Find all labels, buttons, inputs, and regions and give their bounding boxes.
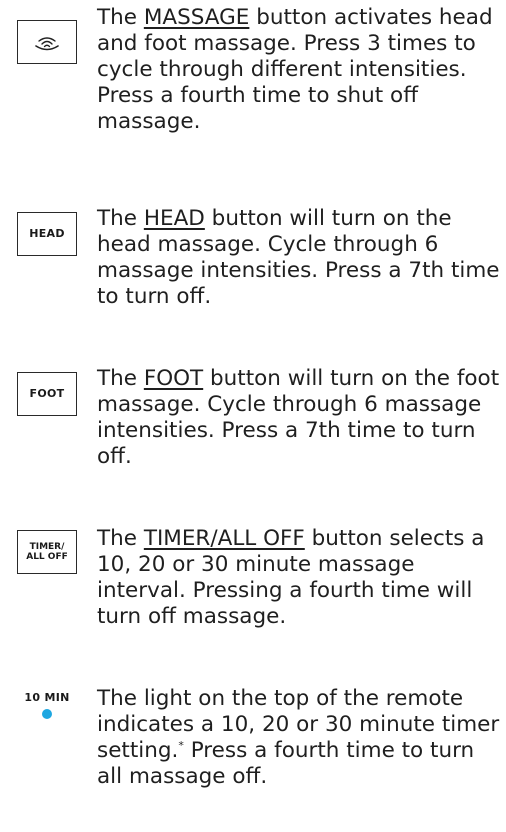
head-button-label: HEAD — [29, 227, 65, 240]
timer-all-off-button[interactable]: TIMER/ ALL OFF — [17, 530, 77, 574]
massage-wave-icon — [35, 37, 59, 51]
timer-indicator: 10 MIN — [22, 691, 72, 719]
desc-prefix: The — [97, 366, 144, 391]
timer-description: The TIMER/ALL OFF button selects a 10, 2… — [97, 526, 502, 630]
desc-prefix: The — [97, 206, 144, 231]
foot-description: The FOOT button will turn on the foot ma… — [97, 366, 502, 470]
timer-keyword: TIMER/ALL OFF — [143, 526, 305, 551]
massage-description: The MASSAGE button activates head and fo… — [97, 5, 502, 135]
desc-prefix: The — [97, 526, 144, 551]
massage-keyword: MASSAGE — [143, 5, 250, 30]
head-button[interactable]: HEAD — [17, 212, 77, 256]
foot-keyword: FOOT — [143, 366, 204, 391]
desc-prefix: The — [97, 5, 144, 30]
massage-button[interactable] — [17, 20, 77, 64]
led-label: 10 MIN — [24, 691, 70, 704]
timer-button-label: TIMER/ ALL OFF — [26, 542, 68, 562]
head-description: The HEAD button will turn on the head ma… — [97, 206, 502, 310]
timer-label-line2: ALL OFF — [26, 552, 68, 562]
foot-button[interactable]: FOOT — [17, 372, 77, 416]
timer-label-line1: TIMER/ — [29, 542, 65, 552]
foot-button-label: FOOT — [29, 387, 65, 400]
head-keyword: HEAD — [143, 206, 205, 231]
led-description: The light on the top of the remote indic… — [97, 686, 502, 790]
indicator-light-icon — [42, 709, 52, 719]
